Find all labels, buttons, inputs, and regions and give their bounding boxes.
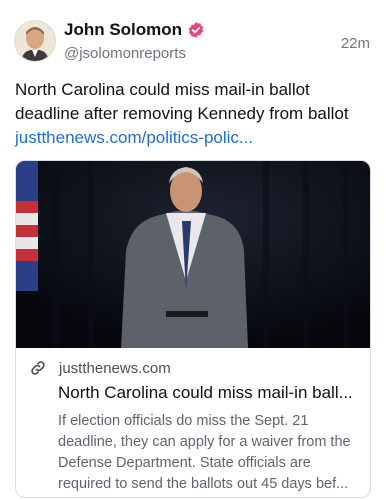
post-body: North Carolina could miss mail-in ballot… [15,78,375,150]
card-domain: justthenews.com [59,359,171,377]
link-icon [29,359,47,377]
card-title[interactable]: North Carolina could miss mail-in ball..… [58,382,363,404]
avatar[interactable] [14,20,56,62]
link-preview-card[interactable]: justthenews.com North Carolina could mis… [15,160,371,498]
card-domain-row: justthenews.com [29,359,171,377]
author-display-name[interactable]: John Solomon [64,20,182,40]
post-text: North Carolina could miss mail-in ballot… [15,80,349,123]
card-description: If election officials do miss the Sept. … [58,413,351,492]
author-handle[interactable]: @jsolomonreports [64,45,186,62]
post-link[interactable]: justthenews.com/politics-polic... [15,126,375,150]
card-image [16,161,370,348]
avatar-image [15,21,55,61]
post[interactable]: John Solomon @jsolomonreports 22m North … [0,0,386,500]
post-timestamp[interactable]: 22m [341,35,370,52]
author-name-row[interactable]: John Solomon [64,20,205,40]
verified-badge-icon [187,21,205,39]
